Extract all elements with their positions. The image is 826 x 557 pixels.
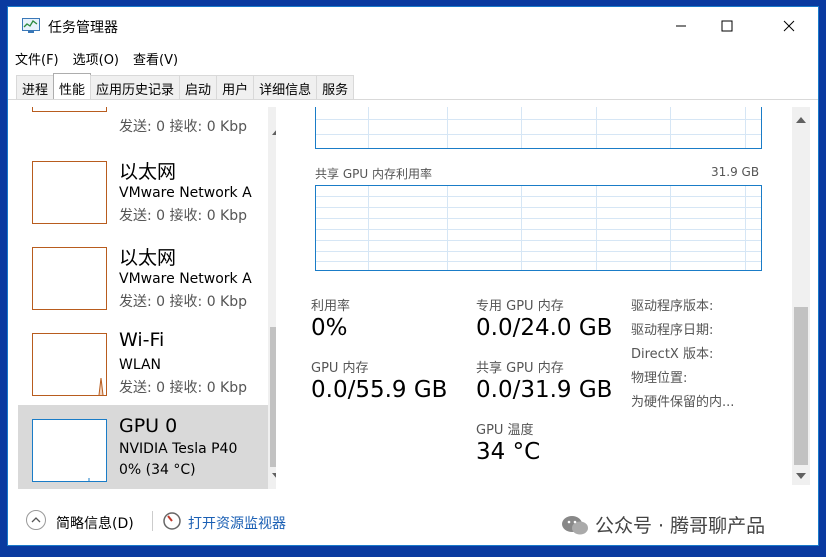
menu-file[interactable]: 文件(F) xyxy=(8,47,66,69)
task-manager-window: 任务管理器 文件(F) 选项(O) 查看(V) 进程 性能 应用历史记录 启动 … xyxy=(7,6,819,546)
device-item-gpu0[interactable]: GPU 0 NVIDIA Tesla P40 0% (34 °C) xyxy=(18,405,268,489)
wechat-icon xyxy=(562,515,588,534)
gpu-activity-tick xyxy=(88,478,90,481)
fewer-details-button[interactable] xyxy=(26,510,46,530)
title-bar: 任务管理器 xyxy=(8,7,818,45)
dedicated-memory-label: 专用 GPU 内存 xyxy=(476,299,564,314)
device-stat: 发送: 0 接收: 0 Kbp xyxy=(119,208,248,224)
gpu-memory-label: GPU 内存 xyxy=(311,361,369,376)
close-button[interactable] xyxy=(760,7,818,45)
gpu-temperature-value: 34 °C xyxy=(476,439,541,465)
device-name: Wi-Fi xyxy=(119,329,165,351)
tab-divider xyxy=(8,99,818,100)
menu-bar: 文件(F) 选项(O) 查看(V) xyxy=(8,47,185,69)
device-name: GPU 0 xyxy=(119,415,178,437)
footer-bar: 简略信息(D) 打开资源监视器 公众号 · 腾哥聊产品 xyxy=(8,499,818,545)
tab-details[interactable]: 详细信息 xyxy=(253,75,318,99)
gpu-memory-value: 0.0/55.9 GB xyxy=(311,377,448,403)
device-name: 以太网 xyxy=(119,247,177,269)
minimize-button[interactable] xyxy=(658,7,704,45)
gpu-temperature-label: GPU 温度 xyxy=(476,423,534,438)
maximize-icon xyxy=(721,20,733,32)
footer-divider xyxy=(152,511,153,531)
wifi-activity-spike xyxy=(98,377,104,396)
device-list-scrollbar[interactable] xyxy=(268,107,276,489)
hardware-reserved-memory-label: 为硬件保留的内... xyxy=(631,395,735,410)
tab-bar: 进程 性能 应用历史记录 启动 用户 详细信息 服务 xyxy=(16,73,355,99)
physical-location-label: 物理位置: xyxy=(631,371,688,386)
menu-options[interactable]: 选项(O) xyxy=(66,47,126,69)
driver-date-label: 驱动程序日期: xyxy=(631,323,714,338)
window-title: 任务管理器 xyxy=(48,20,118,36)
driver-version-label: 驱动程序版本: xyxy=(631,299,714,314)
device-thumbnail-graph xyxy=(32,333,107,396)
scroll-down-icon[interactable] xyxy=(272,473,276,479)
device-name: 以太网 xyxy=(119,161,177,183)
device-stat: 发送: 0 接收: 0 Kbp xyxy=(119,380,248,396)
fewer-details-link[interactable]: 简略信息(D) xyxy=(56,513,134,533)
device-thumbnail-graph xyxy=(32,161,107,224)
device-list: 发送: 0 接收: 0 Kbp 以太网 VMware Network A 发送:… xyxy=(18,107,276,489)
scroll-up-icon[interactable] xyxy=(796,117,806,123)
device-item-wifi[interactable]: Wi-Fi WLAN 发送: 0 接收: 0 Kbp xyxy=(18,319,268,405)
shared-memory-value: 0.0/31.9 GB xyxy=(476,377,613,403)
device-item-ethernet-2[interactable]: 以太网 VMware Network A 发送: 0 接收: 0 Kbp xyxy=(18,233,268,319)
tab-performance[interactable]: 性能 xyxy=(53,73,92,99)
resource-monitor-icon xyxy=(163,512,181,530)
menu-view[interactable]: 查看(V) xyxy=(126,47,185,69)
device-stat: 发送: 0 接收: 0 Kbp xyxy=(119,294,248,310)
device-subtitle: VMware Network A xyxy=(119,271,252,287)
device-subtitle: VMware Network A xyxy=(119,185,252,201)
chevron-up-icon xyxy=(31,517,41,523)
close-icon xyxy=(783,20,795,32)
device-stat: 发送: 0 接收: 0 Kbp xyxy=(119,119,248,135)
shared-memory-graph xyxy=(315,185,762,271)
tab-services[interactable]: 服务 xyxy=(316,75,355,99)
scroll-thumb[interactable] xyxy=(270,327,276,467)
open-resource-monitor-link[interactable]: 打开资源监视器 xyxy=(188,513,286,533)
minimize-icon xyxy=(676,25,686,27)
dedicated-memory-graph xyxy=(315,107,762,149)
task-manager-icon xyxy=(22,18,40,33)
device-thumbnail-graph xyxy=(32,107,107,112)
shared-memory-label: 共享 GPU 内存 xyxy=(476,361,564,376)
tab-users[interactable]: 用户 xyxy=(216,75,255,99)
directx-version-label: DirectX 版本: xyxy=(631,347,714,362)
tab-app-history[interactable]: 应用历史记录 xyxy=(90,75,181,99)
tab-processes[interactable]: 进程 xyxy=(16,75,55,99)
detail-scrollbar[interactable] xyxy=(792,107,810,485)
device-subtitle: NVIDIA Tesla P40 xyxy=(119,441,238,457)
device-thumbnail-graph xyxy=(32,419,107,482)
watermark: 公众号 · 腾哥聊产品 xyxy=(561,511,765,538)
dedicated-memory-value: 0.0/24.0 GB xyxy=(476,315,613,341)
shared-memory-graph-max: 31.9 GB xyxy=(711,165,760,179)
tab-startup[interactable]: 启动 xyxy=(179,75,218,99)
utilization-value: 0% xyxy=(311,315,348,341)
shared-memory-graph-label: 共享 GPU 内存利用率 xyxy=(315,167,432,181)
scroll-thumb[interactable] xyxy=(794,307,808,465)
device-subtitle: WLAN xyxy=(119,357,162,373)
device-item-ethernet-partial[interactable]: 发送: 0 接收: 0 Kbp xyxy=(18,107,268,135)
utilization-label: 利用率 xyxy=(311,299,351,314)
gpu-detail-pane: 共享 GPU 内存利用率 31.9 GB 利用率 0% 专用 GPU 内存 0.… xyxy=(288,107,818,489)
device-stat: 0% (34 °C) xyxy=(119,462,196,478)
scroll-down-icon[interactable] xyxy=(796,473,806,479)
scroll-up-icon[interactable] xyxy=(272,129,276,135)
device-thumbnail-graph xyxy=(32,247,107,310)
maximize-button[interactable] xyxy=(704,7,750,45)
watermark-text: 公众号 · 腾哥聊产品 xyxy=(595,515,766,537)
device-item-ethernet-1[interactable]: 以太网 VMware Network A 发送: 0 接收: 0 Kbp xyxy=(18,147,268,233)
